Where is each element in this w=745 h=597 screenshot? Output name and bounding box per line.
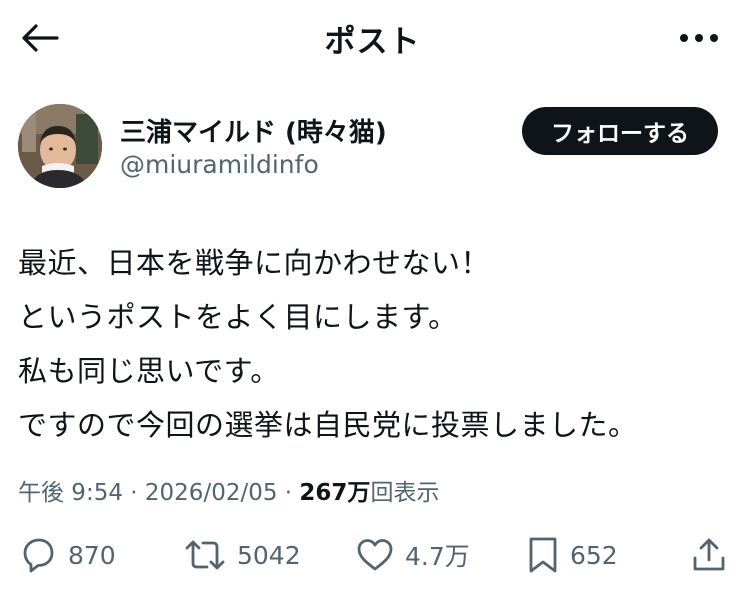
post-line: ですので今回の選挙は自民党に投票しました。 (18, 408, 638, 442)
author-handle[interactable]: @miuramildinfo (120, 150, 319, 179)
view-count: 267万 (299, 480, 371, 506)
post-line: というポストをよく目にします。 (18, 300, 458, 334)
post-line: 私も同じ思いです。 (18, 354, 280, 388)
reply-button[interactable]: 870 (18, 530, 116, 580)
share-icon (693, 538, 725, 571)
more-options-button[interactable] (677, 22, 721, 54)
more-horizontal-icon (680, 34, 718, 42)
action-bar: 870 5042 4.7万 652 (18, 530, 730, 580)
top-bar: ポスト (0, 0, 745, 78)
heart-icon (357, 539, 393, 571)
bookmark-count: 652 (570, 540, 618, 570)
share-button[interactable] (690, 530, 728, 580)
avatar-photo (18, 104, 102, 188)
bookmark-button[interactable]: 652 (526, 530, 618, 580)
reply-count: 870 (68, 540, 116, 570)
bookmark-icon (529, 537, 557, 573)
reply-icon (23, 538, 54, 573)
post-meta: 午後 9:54 · 2026/02/05 · 267万回表示 (18, 473, 439, 507)
repost-icon (185, 540, 225, 570)
post-text: 最近、日本を戦争に向かわせない！ というポストをよく目にします。 私も同じ思いで… (18, 236, 728, 452)
page-title: ポスト (324, 24, 421, 60)
like-count: 4.7万 (405, 542, 470, 571)
like-button[interactable]: 4.7万 (355, 530, 470, 580)
separator-dot: · (122, 480, 145, 506)
post-time[interactable]: 午後 9:54 (18, 480, 123, 506)
post-date[interactable]: 2026/02/05 (145, 480, 278, 506)
post-line: 最近、日本を戦争に向かわせない！ (18, 246, 491, 280)
post-detail-page: ポスト 三浦マイルド (時々猫) @miuramildinfo フォローする 最… (0, 0, 745, 597)
repost-button[interactable]: 5042 (183, 530, 301, 580)
author-name[interactable]: 三浦マイルド (時々猫) (120, 112, 387, 149)
avatar[interactable] (18, 104, 102, 188)
repost-count: 5042 (237, 540, 301, 570)
follow-button[interactable]: フォローする (522, 107, 718, 155)
separator-dot: · (277, 480, 300, 506)
view-count-label: 回表示 (370, 480, 440, 506)
